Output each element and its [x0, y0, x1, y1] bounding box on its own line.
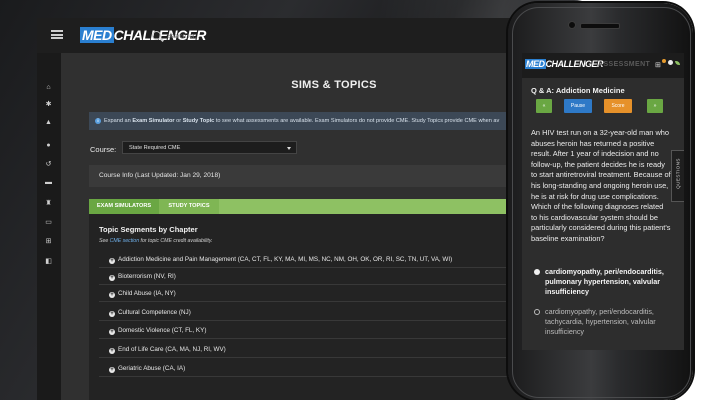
phone-device: MEDCHALLENGER ASSESSMENT ⊞ Q & A: Addict… — [508, 3, 693, 400]
search-input[interactable] — [165, 28, 289, 46]
truck-icon[interactable]: ◧ — [45, 258, 52, 265]
logo-part-med: MED — [525, 59, 546, 69]
phone-screen: MEDCHALLENGER ASSESSMENT ⊞ Q & A: Addict… — [522, 53, 684, 350]
settings-icon[interactable]: ✱ — [45, 101, 52, 108]
list-item-label: Addiction Medicine and Pain Management (… — [118, 256, 453, 263]
radio-selected-icon — [534, 269, 540, 275]
tab-exam-simulators[interactable]: EXAM SIMULATORS — [89, 199, 159, 214]
logo-part-med: MED — [80, 27, 114, 43]
sidebar: ⌂ ✱ ▲ ● ↺ ▬ ♜ ▭ ⊞ ◧ — [37, 53, 61, 400]
plus-circle-icon: + — [109, 275, 115, 281]
cart-icon[interactable]: ⊞ — [45, 238, 52, 245]
plus-circle-icon: + — [109, 348, 115, 354]
answer-option-1[interactable]: cardiomyopathy, peri/endocarditis, pulmo… — [531, 267, 671, 298]
card-icon[interactable]: ▬ — [45, 179, 52, 186]
logo-part-challenger: CHALLENGER — [545, 59, 604, 69]
segments-title: Topic Segments by Chapter — [99, 225, 198, 234]
cart-icon[interactable]: ⊞ — [655, 61, 661, 69]
home-icon[interactable]: ⌂ — [45, 84, 52, 91]
info-bold-1: Exam Simulator — [132, 118, 175, 124]
course-selected-value: State Required CME — [129, 145, 181, 151]
info-text-3: to see what assessments are available. E… — [214, 118, 500, 124]
search-icon[interactable] — [152, 31, 161, 40]
next-button[interactable]: » — [647, 99, 663, 113]
history-icon[interactable]: ↺ — [45, 161, 52, 168]
course-label: Course: — [90, 145, 117, 154]
leaf-icon[interactable] — [675, 61, 680, 65]
phone-ghost-header: ASSESSMENT — [598, 61, 651, 68]
phone-speaker — [580, 23, 620, 29]
list-item-label: End of Life Care (CA, MA, NJ, RI, WV) — [118, 346, 226, 353]
plus-circle-icon: + — [109, 329, 115, 335]
phone-top-bar: MEDCHALLENGER ASSESSMENT ⊞ — [522, 53, 684, 78]
graduation-cap-icon[interactable]: ▲ — [45, 119, 52, 126]
previous-button[interactable]: « — [536, 99, 552, 113]
chevron-down-icon — [287, 147, 291, 150]
list-item-label: Child Abuse (IA, NY) — [118, 290, 176, 297]
plus-circle-icon: + — [109, 292, 115, 298]
note-post: for topic CME credit availability. — [139, 238, 213, 244]
score-button[interactable]: Score — [604, 99, 632, 113]
list-item-label: Geriatric Abuse (CA, IA) — [118, 365, 186, 372]
phone-brand-logo[interactable]: MEDCHALLENGER — [525, 59, 603, 69]
segments-note: See CME section for topic CME credit ava… — [99, 238, 213, 244]
trophy-icon[interactable]: ♜ — [45, 200, 52, 207]
answer-option-label: cardiomyopathy, peri/endocarditis, tachy… — [545, 307, 656, 337]
info-text-2: or — [174, 118, 183, 124]
notification-badge — [662, 59, 666, 63]
front-camera — [568, 21, 576, 29]
question-text: An HIV test run on a 32-year-old man who… — [531, 128, 671, 243]
user-icon[interactable] — [668, 60, 673, 65]
list-item-label: Bioterrorism (NV, RI) — [118, 273, 176, 280]
plus-circle-icon: + — [109, 367, 115, 373]
plus-circle-icon: + — [109, 311, 115, 317]
answer-option-2[interactable]: cardiomyopathy, peri/endocarditis, tachy… — [531, 307, 671, 338]
tab-study-topics[interactable]: STUDY TOPICS — [159, 199, 219, 214]
info-text-1: Expand an — [104, 118, 133, 124]
info-bold-2: Study Topic — [182, 118, 215, 124]
info-icon: i — [95, 117, 101, 124]
plus-circle-icon: + — [109, 258, 115, 264]
questions-side-tab[interactable]: QUESTIONS — [671, 150, 684, 202]
answer-option-label: cardiomyopathy, peri/endocarditis, pulmo… — [545, 267, 664, 297]
qa-title: Q & A: Addiction Medicine — [531, 86, 625, 95]
id-card-icon[interactable]: ▭ — [45, 219, 52, 226]
bell-icon[interactable]: ● — [45, 142, 52, 149]
pause-button[interactable]: Pause — [564, 99, 592, 113]
radio-empty-icon — [534, 309, 540, 315]
course-select[interactable]: State Required CME — [122, 141, 297, 154]
cme-section-link[interactable]: CME section — [110, 238, 139, 244]
list-item-label: Cultural Competence (NJ) — [118, 309, 191, 316]
note-pre: See — [99, 238, 110, 244]
hamburger-menu-icon[interactable] — [51, 30, 63, 39]
questions-tab-label: QUESTIONS — [675, 158, 681, 189]
list-item-label: Domestic Violence (CT, FL, KY) — [118, 327, 207, 334]
